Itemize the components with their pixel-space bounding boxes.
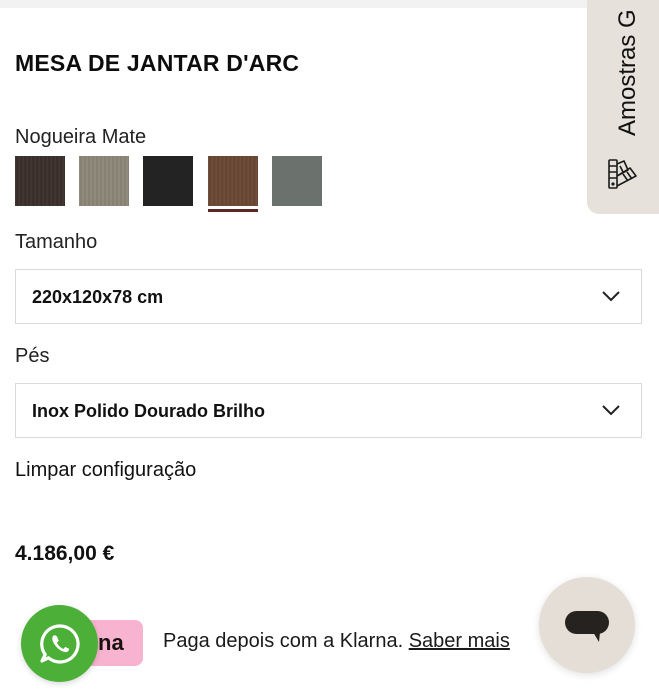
klarna-text: Paga depois com a Klarna. (163, 630, 404, 652)
samples-tab[interactable]: Amostras G (587, 0, 659, 214)
whatsapp-icon (40, 624, 80, 664)
legs-select-value: Inox Polido Dourado Brilho (32, 401, 265, 421)
klarna-learn-more-link[interactable]: Saber mais (409, 630, 510, 652)
klarna-badge-text: na (98, 630, 124, 655)
legs-select[interactable]: Inox Polido Dourado Brilho (15, 383, 642, 438)
chat-bubble-icon (565, 611, 609, 642)
top-bar (0, 0, 659, 8)
size-label: Tamanho (15, 231, 98, 253)
chevron-down-icon (602, 291, 620, 302)
chevron-down-icon (602, 405, 620, 416)
swatch-black[interactable] (143, 156, 193, 206)
legs-label: Pés (15, 345, 50, 367)
finish-label: Nogueira Mate (15, 126, 147, 148)
product-title: MESA DE JANTAR D'ARC (15, 50, 300, 76)
color-fan-icon (608, 159, 637, 189)
selected-swatch-indicator (208, 209, 258, 212)
whatsapp-button[interactable] (21, 605, 98, 682)
swatch-grey-green[interactable] (272, 156, 322, 206)
size-select-value: 220x120x78 cm (32, 287, 164, 307)
klarna-message: Paga depois com a Klarna. Saber mais (163, 630, 510, 653)
clear-configuration-link[interactable]: Limpar configuração (15, 459, 196, 482)
size-select[interactable]: 220x120x78 cm (15, 269, 642, 324)
chat-button[interactable] (539, 577, 635, 673)
price: 4.186,00 € (15, 542, 115, 565)
swatch-taupe[interactable] (79, 156, 129, 206)
samples-tab-label: Amostras G (614, 9, 641, 136)
swatch-dark-wood[interactable] (15, 156, 65, 206)
swatch-walnut-matte[interactable] (208, 156, 258, 206)
